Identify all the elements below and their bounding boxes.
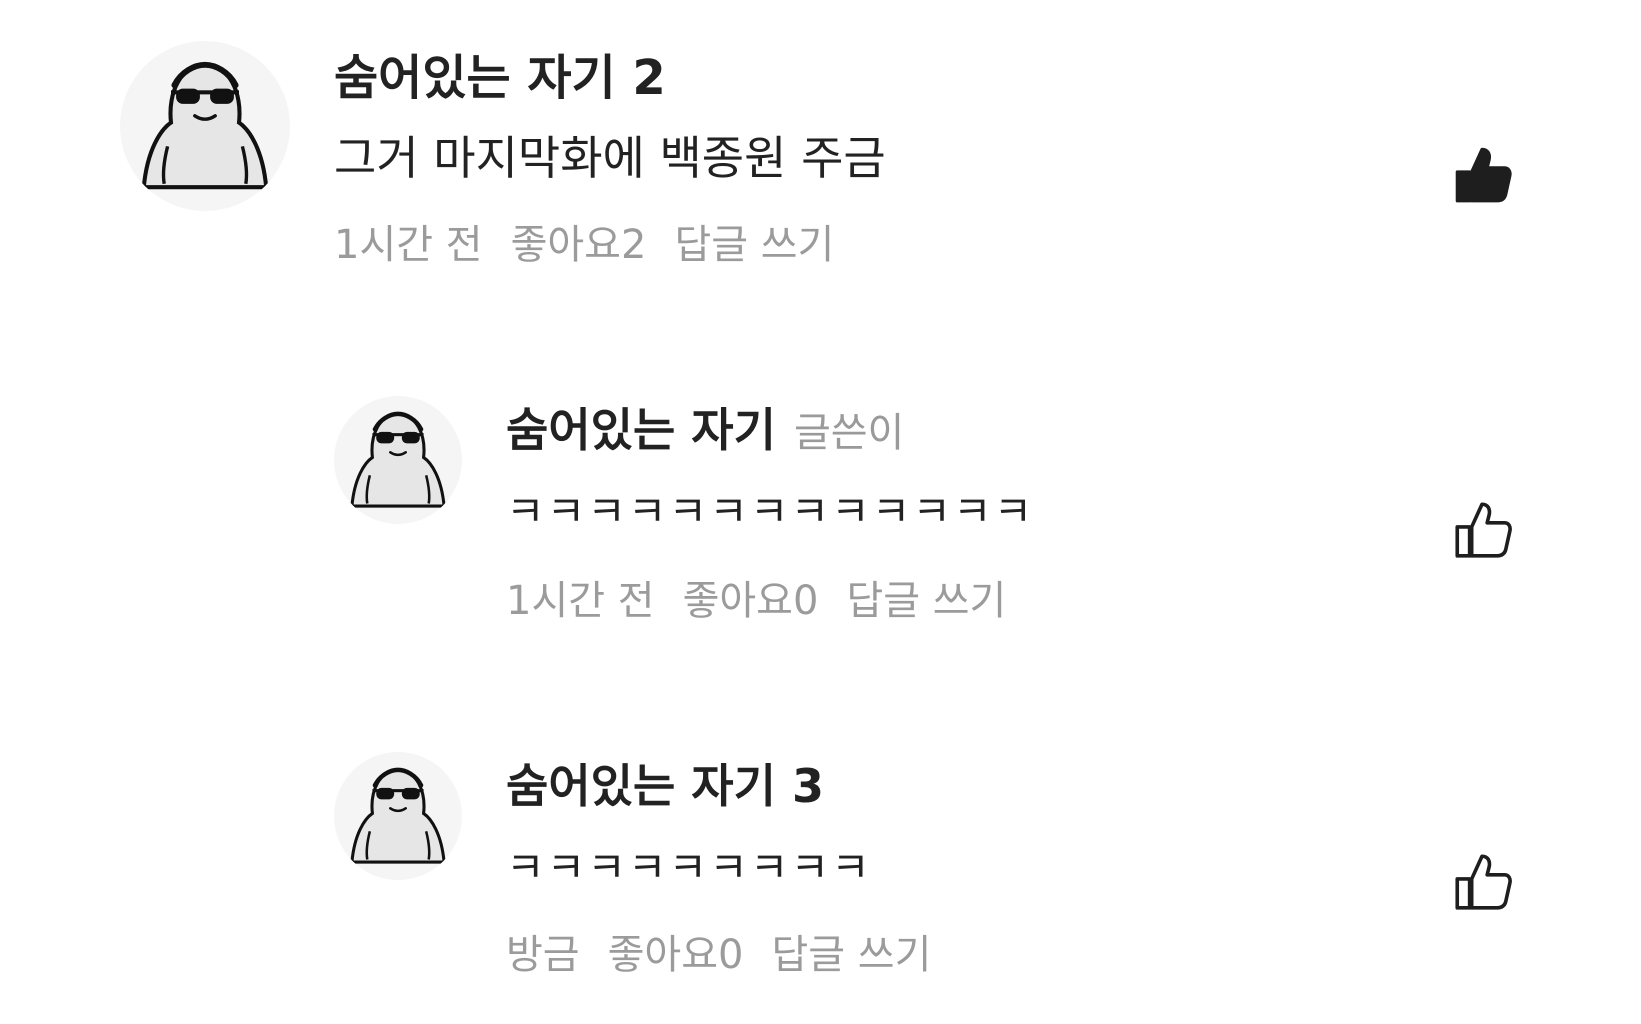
author-name: 숨어있는 자기 3 <box>506 759 824 813</box>
like-count[interactable]: 좋아요2 <box>511 212 647 270</box>
author-name: 숨어있는 자기 <box>506 403 776 457</box>
reply-button[interactable]: 답글 쓰기 <box>771 922 931 980</box>
avatar[interactable] <box>334 396 462 524</box>
comment-text: ㅋㅋㅋㅋㅋㅋㅋㅋㅋㅋㅋㅋㅋ <box>506 487 1035 536</box>
thumbs-up-outline-icon <box>1455 502 1512 558</box>
author-name: 숨어있는 자기 2 <box>334 50 666 106</box>
sunglasses-ghost-avatar-icon <box>141 61 269 190</box>
like-button[interactable] <box>1446 845 1518 917</box>
sunglasses-ghost-avatar-icon <box>350 411 446 508</box>
comment-meta: 1시간 전 좋아요0 답글 쓰기 <box>506 568 1006 626</box>
thumbs-up-filled-icon <box>1455 147 1512 203</box>
comment-author[interactable]: 숨어있는 자기 3 <box>506 750 824 816</box>
like-count[interactable]: 좋아요0 <box>608 922 744 980</box>
like-button[interactable] <box>1446 138 1518 210</box>
comment-time: 1시간 전 <box>334 222 483 268</box>
sunglasses-ghost-avatar-icon <box>350 767 446 864</box>
comment-meta: 1시간 전 좋아요2 답글 쓰기 <box>334 212 834 270</box>
comment-author[interactable]: 숨어있는 자기 2 <box>334 38 666 108</box>
reply-button[interactable]: 답글 쓰기 <box>674 212 834 270</box>
avatar[interactable] <box>334 752 462 880</box>
reply-button[interactable]: 답글 쓰기 <box>846 568 1006 626</box>
comment-time: 1시간 전 <box>506 578 655 624</box>
like-button[interactable] <box>1446 493 1518 565</box>
comment-text: 그거 마지막화에 백종원 주금 <box>334 131 886 185</box>
avatar[interactable] <box>120 41 290 211</box>
author-badge: 글쓴이 <box>793 410 905 456</box>
comment-meta: 방금 좋아요0 답글 쓰기 <box>506 922 931 980</box>
comment-author[interactable]: 숨어있는 자기 글쓴이 <box>506 394 904 460</box>
comment-text: ㅋㅋㅋㅋㅋㅋㅋㅋㅋ <box>506 843 872 892</box>
comment-time: 방금 <box>506 932 580 978</box>
like-count[interactable]: 좋아요0 <box>683 568 819 626</box>
thumbs-up-outline-icon <box>1455 854 1512 910</box>
